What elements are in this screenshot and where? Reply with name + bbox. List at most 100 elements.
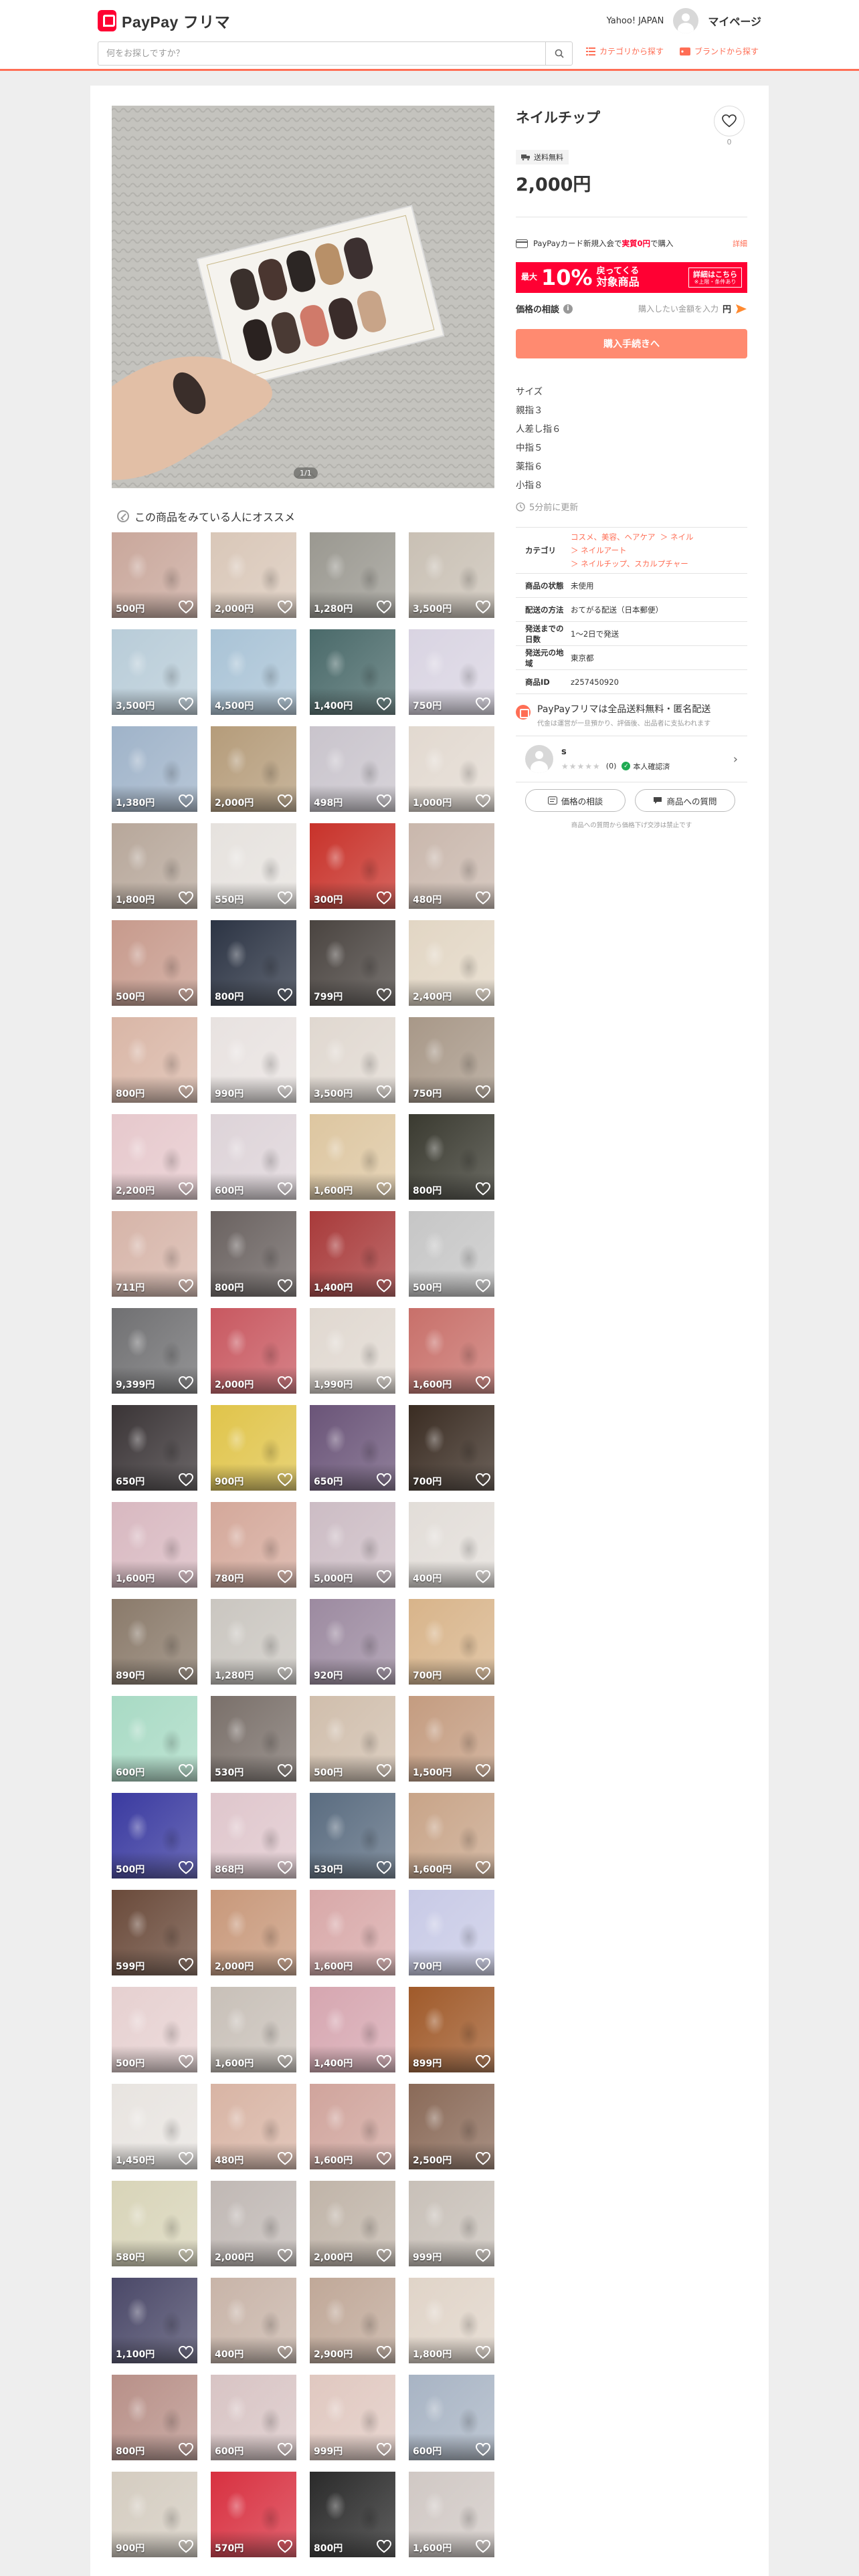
heart-icon[interactable] — [178, 988, 194, 1002]
heart-icon[interactable] — [277, 1473, 293, 1487]
price-negotiate-button[interactable]: 価格の相談 — [525, 789, 626, 812]
heart-icon[interactable] — [376, 2248, 392, 2262]
recommend-item-card[interactable]: 750円 — [409, 629, 494, 715]
heart-icon[interactable] — [376, 1860, 392, 1874]
category-link[interactable]: ネイルチップ、スカルプチャー — [581, 559, 688, 568]
recommend-item-card[interactable]: 9,399円 — [112, 1308, 197, 1394]
recommend-item-card[interactable]: 2,900円 — [310, 2278, 395, 2363]
heart-icon[interactable] — [475, 1860, 491, 1874]
heart-icon[interactable] — [376, 891, 392, 905]
recommend-item-card[interactable]: 498円 — [310, 726, 395, 812]
recommend-item-card[interactable]: 780円 — [211, 1502, 296, 1588]
recommend-item-card[interactable]: 550円 — [211, 823, 296, 909]
recommend-item-card[interactable]: 600円 — [211, 2375, 296, 2460]
heart-icon[interactable] — [376, 1279, 392, 1293]
banner-detail-box[interactable]: 詳細はこちら ※上限・条件あり — [688, 267, 742, 288]
mypage-link[interactable]: マイページ — [708, 13, 761, 29]
recommend-item-card[interactable]: 1,380円 — [112, 726, 197, 812]
recommend-item-card[interactable]: 2,000円 — [310, 2181, 395, 2266]
recommend-item-card[interactable]: 2,000円 — [211, 1308, 296, 1394]
send-icon[interactable] — [735, 304, 747, 314]
category-link[interactable]: ネイルアート — [581, 546, 626, 555]
recommend-item-card[interactable]: 1,990円 — [310, 1308, 395, 1394]
heart-icon[interactable] — [376, 1667, 392, 1681]
recommend-item-card[interactable]: 999円 — [409, 2181, 494, 2266]
recommend-item-card[interactable]: 500円 — [112, 1793, 197, 1879]
recommend-item-card[interactable]: 800円 — [211, 920, 296, 1006]
ask-question-button[interactable]: 商品への質問 — [635, 789, 735, 812]
heart-icon[interactable] — [376, 1182, 392, 1196]
recommend-item-card[interactable]: 650円 — [112, 1405, 197, 1491]
heart-icon[interactable] — [178, 2442, 194, 2456]
heart-icon[interactable] — [178, 697, 194, 711]
recommend-item-card[interactable]: 580円 — [112, 2181, 197, 2266]
recommend-item-card[interactable]: 1,600円 — [112, 1502, 197, 1588]
heart-icon[interactable] — [277, 1570, 293, 1584]
recommend-item-card[interactable]: 500円 — [409, 1211, 494, 1297]
heart-icon[interactable] — [178, 891, 194, 905]
heart-icon[interactable] — [475, 1279, 491, 1293]
recommend-item-card[interactable]: 700円 — [409, 1599, 494, 1685]
heart-icon[interactable] — [178, 1182, 194, 1196]
heart-icon[interactable] — [178, 1763, 194, 1778]
recommend-item-card[interactable]: 3,500円 — [409, 532, 494, 618]
heart-icon[interactable] — [475, 2539, 491, 2553]
recommend-item-card[interactable]: 990円 — [211, 1017, 296, 1103]
recommend-item-card[interactable]: 500円 — [112, 1987, 197, 2072]
recommend-item-card[interactable]: 800円 — [409, 1114, 494, 1200]
heart-icon[interactable] — [475, 2345, 491, 2359]
card-offer-detail-link[interactable]: 詳細 — [733, 238, 747, 249]
recommend-item-card[interactable]: 1,400円 — [310, 1987, 395, 2072]
recommend-item-card[interactable]: 1,800円 — [409, 2278, 494, 2363]
yahoo-japan-link[interactable]: Yahoo! JAPAN — [607, 16, 664, 26]
recommend-item-card[interactable]: 2,200円 — [112, 1114, 197, 1200]
heart-icon[interactable] — [277, 1860, 293, 1874]
category-link[interactable]: コスメ、美容、ヘアケア — [571, 532, 656, 542]
heart-icon[interactable] — [277, 1085, 293, 1099]
recommend-item-card[interactable]: 480円 — [409, 823, 494, 909]
recommend-item-card[interactable]: 800円 — [310, 2472, 395, 2557]
recommend-item-card[interactable]: 799円 — [310, 920, 395, 1006]
heart-icon[interactable] — [475, 2054, 491, 2068]
heart-icon[interactable] — [277, 2151, 293, 2165]
recommend-item-card[interactable]: 920円 — [310, 1599, 395, 1685]
heart-icon[interactable] — [376, 1957, 392, 1971]
recommend-item-card[interactable]: 1,400円 — [310, 629, 395, 715]
recommend-item-card[interactable]: 480円 — [211, 2084, 296, 2169]
heart-icon[interactable] — [475, 1085, 491, 1099]
heart-icon[interactable] — [178, 2248, 194, 2262]
heart-icon[interactable] — [178, 1957, 194, 1971]
heart-icon[interactable] — [178, 1860, 194, 1874]
recommend-item-card[interactable]: 570円 — [211, 2472, 296, 2557]
recommend-item-card[interactable]: 300円 — [310, 823, 395, 909]
heart-icon[interactable] — [475, 2248, 491, 2262]
heart-icon[interactable] — [277, 794, 293, 808]
heart-icon[interactable] — [376, 2345, 392, 2359]
recommend-item-card[interactable]: 600円 — [112, 1696, 197, 1782]
purchase-button[interactable]: 購入手続きへ — [516, 329, 747, 358]
recommend-item-card[interactable]: 1,800円 — [112, 823, 197, 909]
heart-icon[interactable] — [277, 1376, 293, 1390]
recommend-item-card[interactable]: 599円 — [112, 1890, 197, 1975]
recommend-item-card[interactable]: 800円 — [112, 1017, 197, 1103]
brand-search-link[interactable]: ブランドから探す — [680, 45, 759, 57]
recommend-item-card[interactable]: 711円 — [112, 1211, 197, 1297]
favorite-button[interactable] — [714, 106, 745, 136]
recommend-item-card[interactable]: 1,600円 — [409, 2472, 494, 2557]
recommend-item-card[interactable]: 1,600円 — [211, 1987, 296, 2072]
heart-icon[interactable] — [277, 2442, 293, 2456]
category-search-link[interactable]: カテゴリから探す — [586, 45, 664, 57]
recommend-item-card[interactable]: 1,600円 — [310, 1890, 395, 1975]
recommend-item-card[interactable]: 1,450円 — [112, 2084, 197, 2169]
recommend-item-card[interactable]: 1,600円 — [409, 1308, 494, 1394]
category-link[interactable]: ネイル — [670, 532, 694, 542]
heart-icon[interactable] — [277, 2054, 293, 2068]
recommend-item-card[interactable]: 600円 — [211, 1114, 296, 1200]
recommend-item-card[interactable]: 2,000円 — [211, 726, 296, 812]
recommend-item-card[interactable]: 1,280円 — [310, 532, 395, 618]
heart-icon[interactable] — [277, 1763, 293, 1778]
recommend-item-card[interactable]: 650円 — [310, 1405, 395, 1491]
heart-icon[interactable] — [475, 891, 491, 905]
heart-icon[interactable] — [376, 988, 392, 1002]
recommend-item-card[interactable]: 750円 — [409, 1017, 494, 1103]
